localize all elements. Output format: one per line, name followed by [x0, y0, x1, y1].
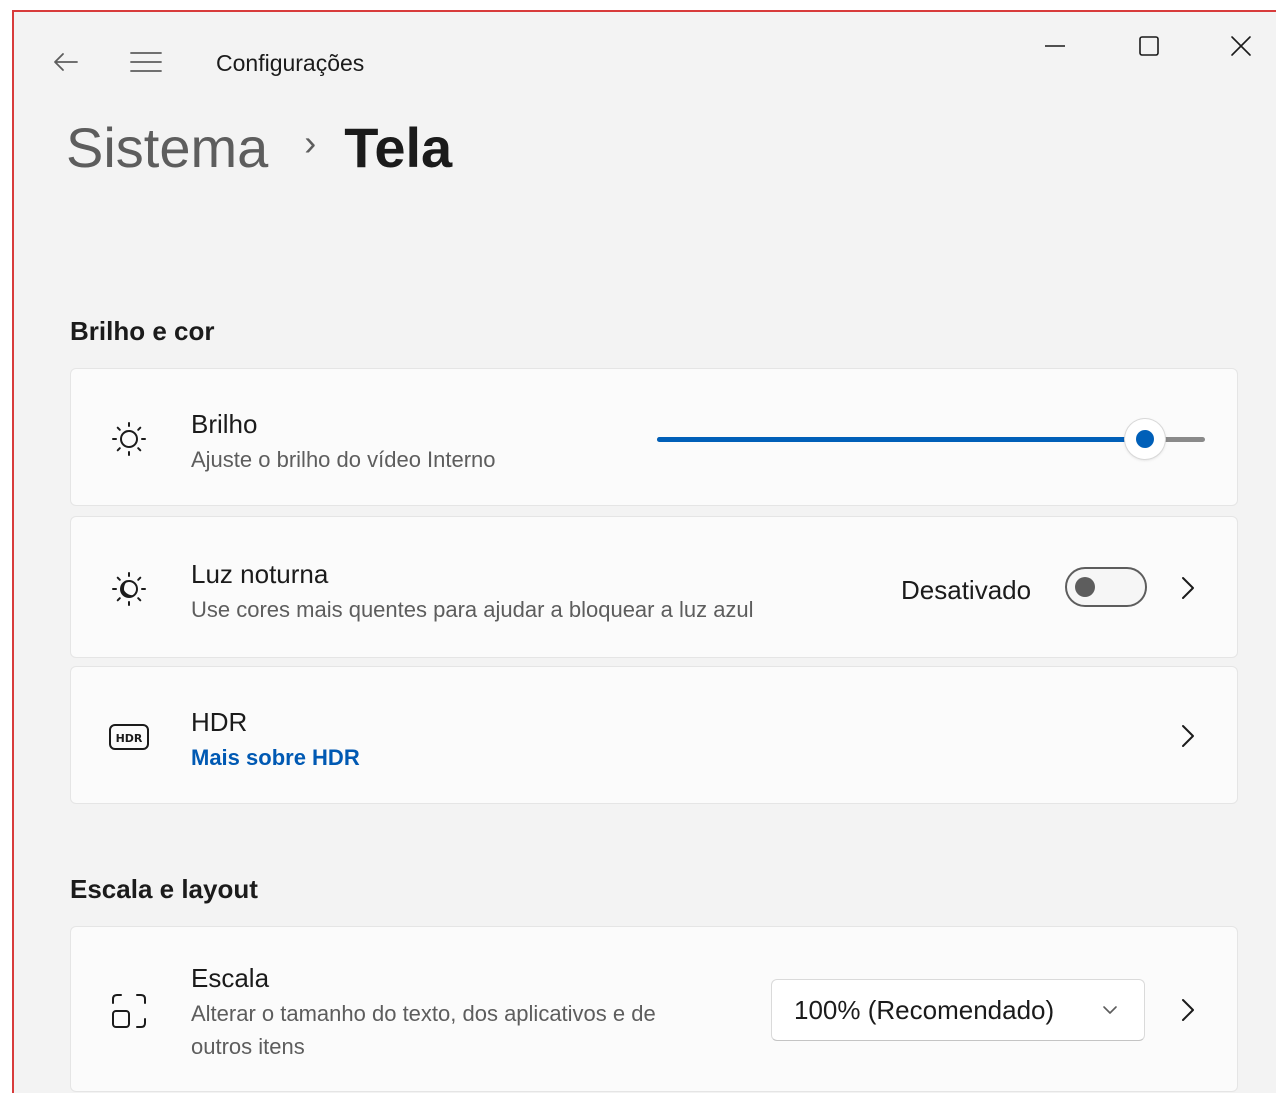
scale-card[interactable]: Escala Alterar o tamanho do texto, dos a… — [70, 926, 1238, 1092]
brightness-slider-thumb[interactable] — [1124, 419, 1165, 459]
scale-icon — [107, 989, 151, 1033]
night-light-subtitle: Use cores mais quentes para ajudar a blo… — [191, 597, 754, 622]
brightness-slider-fill — [657, 437, 1145, 442]
brightness-title: Brilho — [191, 409, 258, 439]
scale-chevron-right-icon[interactable] — [1173, 995, 1203, 1025]
hdr-title: HDR — [191, 707, 248, 737]
breadcrumb: Sistema › Tela — [66, 112, 452, 182]
svg-text:HDR: HDR — [116, 732, 143, 745]
page-title: Tela — [344, 115, 453, 179]
scale-title: Escala — [191, 963, 270, 993]
hdr-card[interactable]: HDR HDR Mais sobre HDR — [70, 666, 1238, 804]
scale-dropdown-value: 100% (Recomendado) — [794, 994, 1055, 1025]
brightness-slider[interactable] — [657, 419, 1205, 459]
night-light-status: Desativado — [901, 575, 1032, 605]
back-button[interactable] — [46, 42, 86, 82]
brightness-card: Brilho Ajuste o brilho do vídeo Interno — [70, 368, 1238, 506]
toggle-knob — [1075, 577, 1095, 597]
chevron-down-icon — [1098, 998, 1122, 1022]
scale-dropdown[interactable]: 100% (Recomendado) — [771, 979, 1145, 1041]
section-title-brilho-e-cor: Brilho e cor — [70, 316, 215, 346]
close-button[interactable] — [1218, 26, 1264, 66]
hamburger-menu-icon — [130, 52, 162, 72]
night-light-chevron-right-icon[interactable] — [1173, 573, 1203, 603]
breadcrumb-parent-sistema[interactable]: Sistema — [66, 115, 268, 180]
slider-thumb-dot — [1135, 430, 1154, 448]
back-arrow-icon — [54, 53, 78, 71]
night-light-card[interactable]: Luz noturna Use cores mais quentes para … — [70, 516, 1238, 658]
maximize-icon — [1139, 36, 1159, 56]
maximize-button[interactable] — [1126, 26, 1172, 66]
minimize-button[interactable] — [1032, 26, 1078, 66]
hdr-learn-more-link[interactable]: Mais sobre HDR — [191, 745, 360, 771]
minimize-icon — [1045, 45, 1065, 47]
settings-window: Configurações Sistema › Tela Brilho e co… — [12, 10, 1276, 1093]
hdr-chevron-right-icon[interactable] — [1173, 721, 1203, 751]
scale-subtitle-line1: Alterar o tamanho do texto, dos aplicati… — [191, 1001, 656, 1026]
hdr-icon: HDR — [107, 715, 151, 759]
app-title: Configurações — [216, 50, 365, 76]
brightness-sun-icon — [107, 417, 151, 461]
brightness-subtitle: Ajuste o brilho do vídeo Interno — [191, 447, 496, 472]
night-light-title: Luz noturna — [191, 559, 329, 589]
section-title-escala-e-layout: Escala e layout — [70, 874, 258, 904]
close-icon — [1231, 36, 1251, 56]
night-light-icon — [107, 567, 151, 611]
navigation-menu-button[interactable] — [126, 42, 166, 82]
night-light-toggle[interactable] — [1065, 567, 1147, 607]
breadcrumb-separator: › — [304, 122, 317, 163]
scale-subtitle-line2: outros itens — [191, 1034, 305, 1059]
title-bar: Configurações — [14, 12, 1276, 112]
